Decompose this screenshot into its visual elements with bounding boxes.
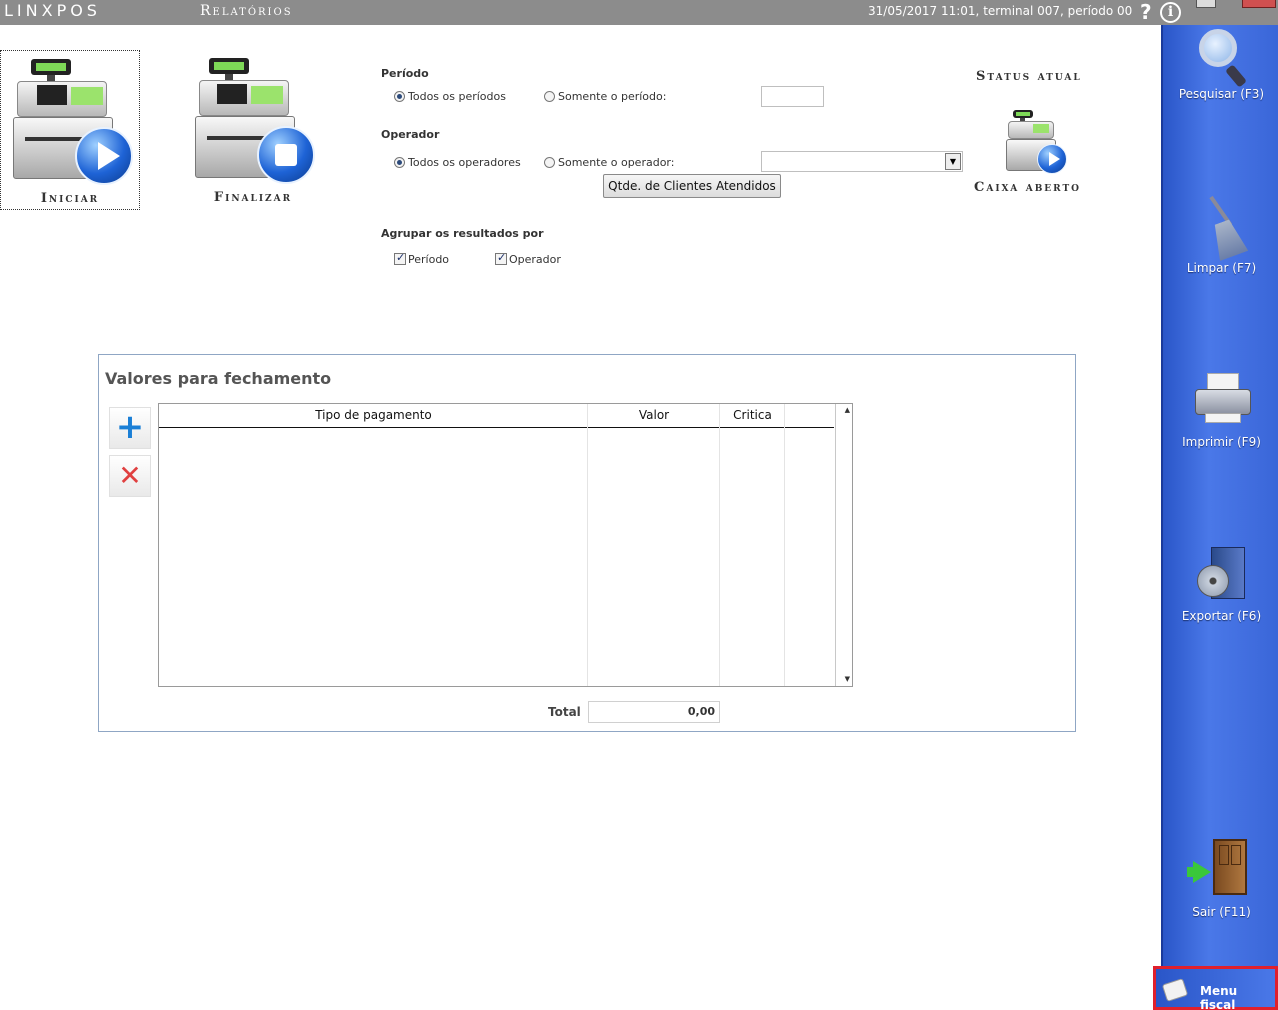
close-window-button[interactable] (1242, 0, 1276, 8)
radio-label: Somente o operador: (558, 156, 675, 169)
cash-register-status-icon (1005, 110, 1069, 176)
sidebar-item-label: Pesquisar (F3) (1178, 87, 1265, 101)
minimize-button[interactable] (1196, 0, 1216, 8)
add-payment-button[interactable]: + (109, 407, 151, 449)
app-logo: LINXPOS (4, 1, 101, 20)
session-status: 31/05/2017 11:01, terminal 007, período … (868, 4, 1133, 18)
plus-icon: + (115, 407, 145, 447)
checkbox-agrupar-operador[interactable]: Operador (495, 251, 561, 266)
column-divider (587, 404, 588, 686)
title-bar: LINXPOS Relatórios 31/05/2017 11:01, ter… (0, 0, 1278, 25)
radio-todos-periodos[interactable]: Todos os períodos (394, 90, 506, 103)
sidebar-item-label: Sair (F11) (1192, 905, 1251, 919)
sidebar-item-sair[interactable]: Sair (F11) (1163, 835, 1278, 945)
checkbox-agrupar-periodo[interactable]: Período (394, 251, 450, 266)
radio-selected-icon (394, 91, 405, 102)
sidebar-item-label: Exportar (F6) (1181, 609, 1262, 623)
radio-label: Todos os operadores (408, 156, 521, 169)
delete-x-icon: ✕ (118, 459, 142, 492)
dropdown-arrow-icon[interactable]: ▼ (945, 153, 961, 170)
checkbox-label: Período (408, 253, 450, 266)
checkbox-label: Operador (509, 253, 561, 266)
cash-register-stop-icon (195, 58, 320, 186)
right-sidebar: Pesquisar (F3) Limpar (F7) Imprimir (F9)… (1161, 25, 1278, 1010)
operador-title: Operador (381, 128, 440, 141)
printer-icon (1193, 373, 1253, 429)
sidebar-item-label: Limpar (F7) (1186, 261, 1257, 275)
periodo-title: Período (381, 67, 429, 80)
checkbox-checked-icon (394, 251, 406, 265)
operador-select[interactable]: ▼ (761, 151, 963, 172)
module-title: Relatórios (200, 3, 293, 19)
scrollbar-divider (835, 404, 836, 686)
scroll-up-arrow-icon[interactable]: ▲ (845, 406, 850, 414)
column-header-valor[interactable]: Valor (588, 404, 720, 428)
iniciar-button[interactable]: Iniciar (0, 50, 140, 210)
radio-todos-operadores[interactable]: Todos os operadores (394, 156, 521, 169)
column-header-empty (785, 404, 834, 428)
valores-fechamento-panel: Valores para fechamento + ✕ Tipo de paga… (98, 354, 1076, 732)
radio-empty-icon (544, 91, 555, 102)
checkbox-checked-icon (495, 251, 507, 265)
periodo-input[interactable] (761, 86, 824, 107)
status-value: Caixa aberto (974, 180, 1082, 195)
column-divider (784, 404, 785, 686)
radio-label: Somente o período: (558, 90, 667, 103)
sidebar-item-imprimir[interactable]: Imprimir (F9) (1163, 373, 1278, 483)
sidebar-item-label: Imprimir (F9) (1182, 435, 1261, 449)
sidebar-item-limpar[interactable]: Limpar (F7) (1163, 195, 1278, 307)
column-header-tipo[interactable]: Tipo de pagamento (159, 404, 588, 428)
column-divider (719, 404, 720, 686)
remove-payment-button[interactable]: ✕ (109, 455, 151, 497)
sidebar-item-pesquisar[interactable]: Pesquisar (F3) (1163, 25, 1278, 135)
cash-register-icon (11, 59, 136, 187)
radio-label: Todos os períodos (408, 90, 506, 103)
radio-somente-periodo[interactable]: Somente o período: (544, 90, 666, 103)
iniciar-label: Iniciar (40, 191, 100, 206)
radio-somente-operador[interactable]: Somente o operador: (544, 156, 674, 169)
broom-icon (1203, 195, 1247, 261)
finalizar-label: Finalizar (213, 190, 293, 205)
help-icon[interactable]: ? (1140, 0, 1152, 24)
exit-door-icon (1187, 839, 1253, 897)
status-title: Status atual (976, 69, 1082, 84)
radio-selected-icon (394, 157, 405, 168)
menu-fiscal-button[interactable]: Menu fiscal (1153, 966, 1278, 1010)
payments-grid[interactable]: Tipo de pagamento Valor Critica ▲ ▼ (158, 403, 853, 687)
scroll-down-arrow-icon[interactable]: ▼ (845, 675, 850, 683)
panel-title: Valores para fechamento (105, 369, 332, 388)
agrupar-title: Agrupar os resultados por (381, 227, 544, 240)
finalizar-button[interactable]: Finalizar (183, 50, 323, 210)
sidebar-item-exportar[interactable]: Exportar (F6) (1163, 547, 1278, 657)
menu-fiscal-label: Menu fiscal (1200, 984, 1238, 1010)
magnifier-icon (1199, 29, 1247, 88)
column-header-critica[interactable]: Critica (720, 404, 785, 428)
receipt-printer-icon (1161, 978, 1189, 1002)
radio-empty-icon (544, 157, 555, 168)
info-icon[interactable]: i (1160, 2, 1181, 23)
export-disc-icon (1197, 547, 1247, 603)
total-label: Total (548, 705, 581, 719)
clientes-atendidos-button[interactable]: Qtde. de Clientes Atendidos (603, 174, 781, 198)
total-value: 0,00 (588, 701, 720, 723)
